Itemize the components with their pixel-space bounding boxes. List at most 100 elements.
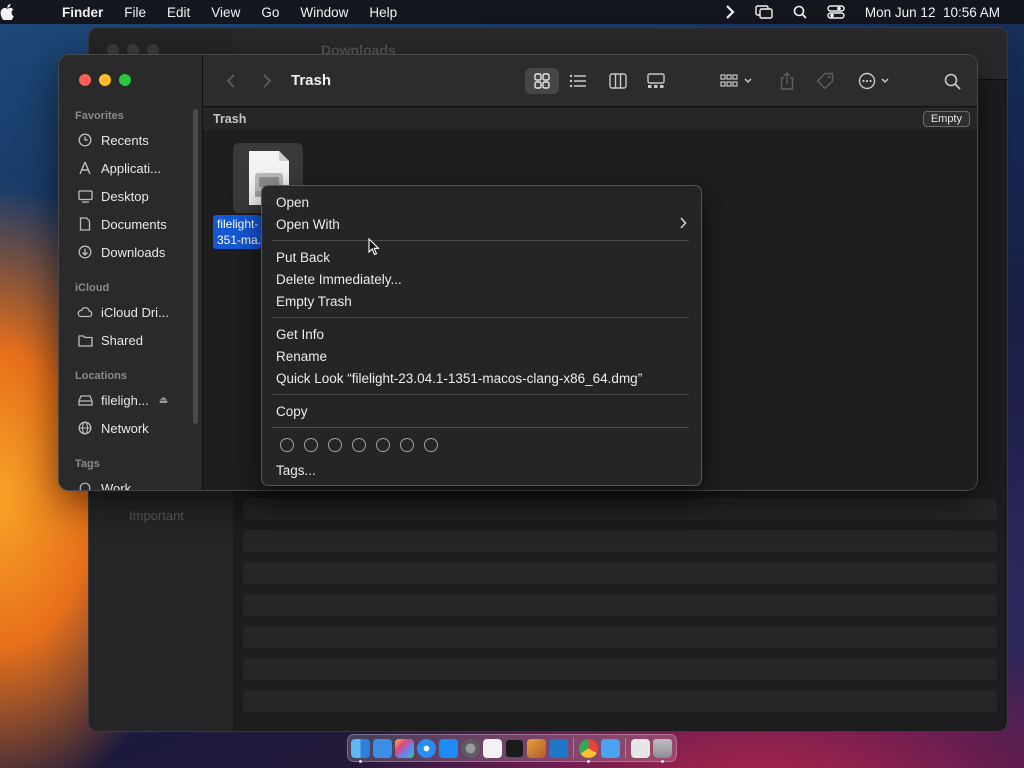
tag-color-option[interactable] [280, 438, 294, 452]
dock-finder-icon[interactable] [351, 738, 370, 763]
finder-sidebar: Favorites Recents Applicati... Desktop D… [59, 55, 203, 490]
dock-safari-icon[interactable] [417, 738, 436, 758]
dock-brush-app-icon[interactable] [527, 738, 546, 758]
sidebar-item-applications[interactable]: Applicati... [77, 157, 161, 179]
menu-app-finder[interactable]: Finder [52, 5, 114, 20]
finder-toolbar: Trash [203, 55, 977, 107]
sidebar-section-icloud: iCloud [75, 282, 110, 294]
action-menu-button[interactable] [855, 68, 895, 94]
screen-mirroring-icon[interactable] [745, 5, 783, 19]
menu-file[interactable]: File [114, 5, 157, 20]
menu-item-get-info[interactable]: Get Info [262, 323, 701, 345]
menu-item-delete-immediately[interactable]: Delete Immediately... [262, 268, 701, 290]
list-view-button[interactable] [565, 68, 591, 94]
shared-folder-icon [77, 332, 93, 348]
selected-file-label[interactable]: filelight- 351-ma... [213, 215, 261, 249]
back-button[interactable] [221, 68, 241, 94]
tag-circle-icon [77, 480, 93, 490]
dock-settings-icon[interactable] [461, 738, 480, 758]
group-by-button[interactable] [717, 68, 757, 94]
sidebar-item-recents[interactable]: Recents [77, 129, 149, 151]
zoom-button[interactable] [119, 74, 131, 86]
menu-separator [272, 240, 689, 241]
sidebar-item-documents[interactable]: Documents [77, 213, 167, 235]
dock-trash-icon[interactable] [653, 738, 672, 763]
tag-color-option[interactable] [400, 438, 414, 452]
menu-item-label: Open With [276, 216, 340, 232]
menu-help[interactable]: Help [359, 5, 408, 20]
gallery-view-button[interactable] [643, 68, 669, 94]
tag-color-option[interactable] [424, 438, 438, 452]
dock-chrome-icon[interactable] [579, 738, 598, 763]
close-button[interactable] [79, 74, 91, 86]
sidebar-item-tag-work[interactable]: Work [77, 477, 131, 490]
menu-view[interactable]: View [201, 5, 251, 20]
sidebar-item-shared[interactable]: Shared [77, 329, 143, 351]
menu-separator [272, 317, 689, 318]
download-icon [77, 244, 93, 260]
share-button[interactable] [775, 68, 799, 94]
sidebar-item-desktop[interactable]: Desktop [77, 185, 149, 207]
menu-item-tags[interactable]: Tags... [262, 459, 701, 481]
menu-item-quick-look[interactable]: Quick Look “filelight-23.04.1-1351-macos… [262, 367, 701, 389]
sidebar-item-downloads[interactable]: Downloads [77, 241, 165, 263]
cloud-icon [77, 304, 93, 320]
sidebar-item-network[interactable]: Network [77, 417, 149, 439]
sidebar-section-locations: Locations [75, 370, 127, 382]
grid-icon [534, 73, 550, 89]
empty-trash-button[interactable]: Empty [922, 111, 970, 127]
group-grid-icon [720, 74, 752, 87]
file-label-line-2: 351-ma... [217, 233, 261, 247]
column-view-button[interactable] [605, 68, 631, 94]
dock-launchpad-icon[interactable] [395, 738, 414, 758]
sidebar-item-label: Network [101, 420, 149, 436]
dock-divider [625, 738, 626, 758]
dock-app-store-icon[interactable] [439, 738, 458, 758]
search-icon [944, 73, 961, 90]
ellipsis-circle-icon [858, 72, 889, 90]
menu-item-open-with[interactable]: Open With [262, 213, 701, 235]
tag-button[interactable] [813, 68, 837, 94]
menu-item-empty-trash[interactable]: Empty Trash [262, 290, 701, 312]
control-center-icon[interactable] [817, 5, 855, 19]
sidebar-item-filelight-volume[interactable]: fileligh... ⏏ [77, 389, 168, 411]
dock-vscode-icon[interactable] [549, 738, 568, 758]
gallery-icon [647, 73, 665, 88]
tag-color-option[interactable] [304, 438, 318, 452]
menu-item-rename[interactable]: Rename [262, 345, 701, 367]
search-button[interactable] [939, 68, 965, 94]
forward-button[interactable] [257, 68, 277, 94]
tag-color-option[interactable] [376, 438, 390, 452]
dock-textedit-icon[interactable] [483, 738, 502, 758]
dock-downloads-folder-icon[interactable] [601, 738, 620, 758]
tag-color-option[interactable] [328, 438, 342, 452]
tag-color-picker [280, 438, 438, 452]
tag-color-option[interactable] [352, 438, 366, 452]
document-icon [77, 216, 93, 232]
background-sidebar-tag-important: Important [129, 508, 184, 523]
menu-go[interactable]: Go [251, 5, 290, 20]
sidebar-item-icloud-drive[interactable]: iCloud Dri... [77, 301, 169, 323]
menu-bar: Finder File Edit View Go Window Help Mon… [0, 0, 1024, 24]
dock-terminal-icon[interactable] [505, 738, 524, 758]
sidebar-scrollbar[interactable] [193, 109, 198, 424]
dock-folder-icon[interactable] [373, 738, 392, 758]
icon-view-button[interactable] [525, 68, 559, 94]
menu-window[interactable]: Window [290, 5, 359, 20]
menu-item-put-back[interactable]: Put Back [262, 246, 701, 268]
sidebar-item-label: Recents [101, 132, 149, 148]
minimize-button[interactable] [99, 74, 111, 86]
dock-disk-image-icon[interactable] [631, 738, 650, 758]
chevron-right-icon[interactable] [715, 5, 745, 19]
sidebar-item-label: fileligh... [101, 392, 149, 408]
menu-edit[interactable]: Edit [157, 5, 201, 20]
mouse-cursor-icon [368, 237, 380, 261]
path-bar: Trash Empty [203, 108, 977, 130]
menu-item-copy[interactable]: Copy [262, 400, 701, 422]
eject-icon[interactable]: ⏏ [159, 395, 168, 406]
spotlight-search-icon[interactable] [783, 5, 817, 19]
menu-item-open[interactable]: Open [262, 191, 701, 213]
menu-separator [272, 427, 689, 428]
apple-menu-icon[interactable] [0, 4, 52, 20]
menubar-clock[interactable]: Mon Jun 12 10:56 AM [855, 5, 1010, 20]
